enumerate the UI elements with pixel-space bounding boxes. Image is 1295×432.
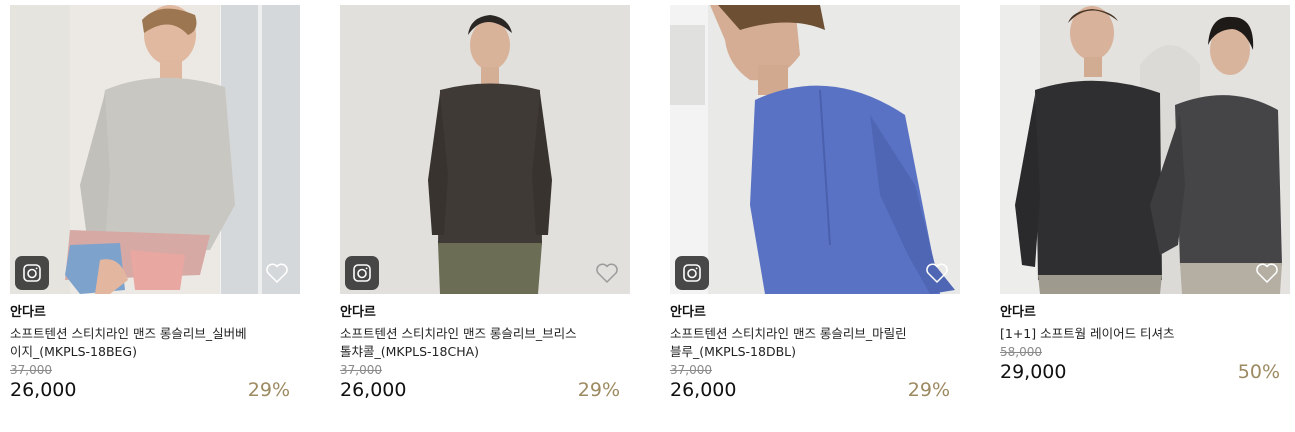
brand-name: 안다르 [10, 305, 46, 320]
wishlist-button[interactable] [1254, 261, 1280, 285]
wishlist-button[interactable] [264, 261, 290, 285]
camera-icon [683, 264, 701, 282]
discount-rate: 29% [247, 379, 290, 401]
product-image[interactable] [10, 5, 300, 294]
product-name[interactable]: 소프트텐션 스티치라인 맨즈 롱슬리브_실버베 이지_(MKPLS-18BEG) [10, 325, 270, 361]
product-image[interactable] [340, 5, 630, 294]
price-row: 26,000 29% [670, 378, 960, 402]
discount-rate: 50% [1237, 361, 1280, 383]
product-name-line: [1+1] 소프트웜 레이어드 티셔츠 [1000, 326, 1175, 341]
brand-name: 안다르 [340, 305, 376, 320]
discount-rate: 29% [907, 379, 950, 401]
product-card[interactable]: 안다르 소프트텐션 스티치라인 맨즈 롱슬리브_실버베 이지_(MKPLS-18… [10, 5, 300, 402]
price-row: 26,000 29% [10, 378, 300, 402]
brand-name: 안다르 [670, 305, 706, 320]
product-name[interactable]: [1+1] 소프트웜 레이어드 티셔츠 [1000, 325, 1260, 343]
discount-rate: 29% [577, 379, 620, 401]
product-name-line: 이지_(MKPLS-18BEG) [10, 344, 137, 359]
price-row: 26,000 29% [340, 378, 630, 402]
product-card[interactable]: 안다르 소프트텐션 스티치라인 맨즈 롱슬리브_마릴린 블루_(MKPLS-18… [670, 5, 960, 402]
camera-icon [23, 264, 41, 282]
brand-name: 안다르 [1000, 305, 1036, 320]
original-price: 37,000 [670, 363, 712, 377]
product-card[interactable]: 안다르 소프트텐션 스티치라인 맨즈 롱슬리브_브리스 톨챠콜_(MKPLS-1… [340, 5, 630, 402]
sale-price: 26,000 [340, 379, 407, 401]
product-name-line: 블루_(MKPLS-18DBL) [670, 344, 797, 359]
photo-review-badge [345, 256, 379, 290]
product-name[interactable]: 소프트텐션 스티치라인 맨즈 롱슬리브_브리스 톨챠콜_(MKPLS-18CHA… [340, 325, 600, 361]
heart-icon [1256, 263, 1278, 283]
heart-icon [266, 263, 288, 283]
original-price: 58,000 [1000, 345, 1042, 359]
price-row: 29,000 50% [1000, 360, 1290, 384]
wishlist-button[interactable] [924, 261, 950, 285]
product-name-line: 소프트텐션 스티치라인 맨즈 롱슬리브_마릴린 [670, 326, 907, 341]
product-name-line: 소프트텐션 스티치라인 맨즈 롱슬리브_실버베 [10, 326, 247, 341]
product-image[interactable] [670, 5, 960, 294]
product-image[interactable] [1000, 5, 1290, 294]
original-price: 37,000 [10, 363, 52, 377]
heart-icon [926, 263, 948, 283]
sale-price: 26,000 [10, 379, 77, 401]
sale-price: 26,000 [670, 379, 737, 401]
photo-review-badge [15, 256, 49, 290]
photo-review-badge [675, 256, 709, 290]
product-name-line: 소프트텐션 스티치라인 맨즈 롱슬리브_브리스 [340, 326, 577, 341]
product-name-line: 톨챠콜_(MKPLS-18CHA) [340, 344, 480, 359]
camera-icon [353, 264, 371, 282]
product-grid: 안다르 소프트텐션 스티치라인 맨즈 롱슬리브_실버베 이지_(MKPLS-18… [0, 0, 1295, 432]
wishlist-button[interactable] [594, 261, 620, 285]
sale-price: 29,000 [1000, 361, 1067, 383]
heart-icon [596, 263, 618, 283]
product-card[interactable]: 안다르 [1+1] 소프트웜 레이어드 티셔츠 58,000 29,000 50… [1000, 5, 1290, 384]
product-name[interactable]: 소프트텐션 스티치라인 맨즈 롱슬리브_마릴린 블루_(MKPLS-18DBL) [670, 325, 930, 361]
original-price: 37,000 [340, 363, 382, 377]
